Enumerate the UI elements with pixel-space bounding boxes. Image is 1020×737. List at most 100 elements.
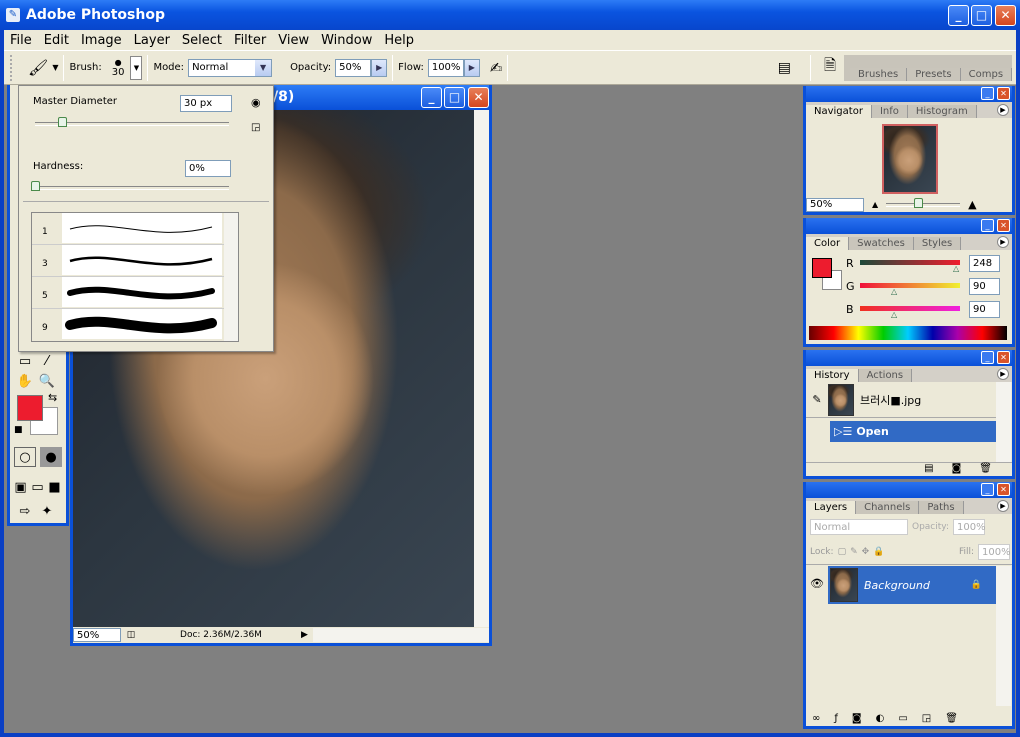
hardness-slider[interactable] <box>31 181 229 191</box>
tab-actions[interactable]: Actions <box>858 369 913 382</box>
layers-scrollbar[interactable] <box>996 566 1011 706</box>
flow-slider-button[interactable]: ▶ <box>463 58 480 77</box>
menu-edit[interactable]: Edit <box>38 33 75 48</box>
menu-window[interactable]: Window <box>315 33 378 48</box>
master-diameter-input[interactable]: 30 px <box>180 95 232 112</box>
screen-mode-full-menu-icon[interactable]: ▭ <box>29 477 46 497</box>
zoom-in-icon[interactable]: ▲ <box>968 198 976 211</box>
doc-close-button[interactable]: ✕ <box>468 87 489 108</box>
new-group-icon[interactable]: ▭ <box>898 713 907 724</box>
hand-tool-icon[interactable]: ✋ <box>14 371 36 391</box>
standard-mode-icon[interactable]: ○ <box>14 447 36 467</box>
navigator-zoom-field[interactable]: 50% <box>806 197 864 212</box>
r-slider-thumb[interactable]: △ <box>953 264 959 273</box>
horizontal-scrollbar[interactable] <box>313 628 489 642</box>
opacity-slider-button[interactable]: ▶ <box>371 58 388 77</box>
tab-paths[interactable]: Paths <box>919 501 964 514</box>
g-input[interactable]: 90 <box>969 278 1000 295</box>
panel-minimize[interactable]: _ <box>981 219 994 232</box>
layer-row-background[interactable]: Background 🔒 <box>828 566 996 604</box>
b-slider-thumb[interactable]: △ <box>891 310 897 319</box>
vertical-scrollbar[interactable] <box>474 110 489 627</box>
blend-mode-select[interactable]: Normal <box>810 519 908 535</box>
delete-layer-icon[interactable]: 🗑 <box>945 713 958 724</box>
eraser-tool-icon[interactable]: ▭ <box>14 351 36 371</box>
menu-image[interactable]: Image <box>75 33 128 48</box>
color-ramp[interactable] <box>809 326 1007 340</box>
menu-view[interactable]: View <box>272 33 315 48</box>
brush-preset-item[interactable]: 3 <box>32 245 238 277</box>
b-input[interactable]: 90 <box>969 301 1000 318</box>
mode-select[interactable]: Normal ▼ <box>188 58 273 77</box>
tab-color[interactable]: Color <box>806 237 850 250</box>
navigator-thumbnail[interactable] <box>882 124 938 194</box>
lock-position-icon[interactable]: ✥ <box>862 547 870 557</box>
brush-preview[interactable]: ● 30 <box>112 58 125 78</box>
opacity-input[interactable]: 50% <box>335 58 372 77</box>
status-icon[interactable]: ◫ <box>121 630 141 640</box>
panel-menu-icon[interactable]: ▶ <box>997 236 1009 248</box>
tab-info[interactable]: Info <box>871 105 908 118</box>
layer-opacity-input[interactable]: 100% <box>953 519 986 535</box>
r-slider[interactable] <box>860 260 960 265</box>
new-document-from-state-icon[interactable]: ▤ <box>924 463 933 476</box>
layer-style-icon[interactable]: ƒ <box>834 713 838 724</box>
file-browser-icon[interactable]: 🗎 <box>824 55 836 80</box>
panel-minimize[interactable]: _ <box>981 483 994 496</box>
master-diameter-slider[interactable] <box>35 117 229 127</box>
well-tab-presets[interactable]: Presets <box>907 67 961 81</box>
link-layers-icon[interactable]: ∞ <box>812 713 820 724</box>
foreground-color-swatch[interactable] <box>17 395 43 421</box>
lock-all-icon[interactable]: 🔒 <box>873 547 884 557</box>
zoom-field[interactable]: 50% <box>73 628 121 642</box>
panel-menu-icon[interactable]: ▶ <box>997 368 1009 380</box>
layer-visibility-eye-icon[interactable]: 👁 <box>810 577 824 590</box>
trash-icon[interactable]: 🗑 <box>979 463 992 476</box>
palette-options-icon[interactable]: ▤ <box>778 60 791 76</box>
airbrush-icon[interactable]: ✍ <box>490 59 503 77</box>
presets-scrollbar[interactable] <box>224 213 238 341</box>
history-snapshot[interactable]: ✎ 브러시■.jpg <box>806 382 996 418</box>
screen-mode-standard-icon[interactable]: ▣ <box>12 477 29 497</box>
swap-colors-icon[interactable]: ⇆ <box>48 391 57 404</box>
lock-transparency-icon[interactable]: ▢ <box>838 547 847 557</box>
history-scrollbar[interactable] <box>996 382 1011 462</box>
brush-preset-item[interactable]: 1 <box>32 213 238 245</box>
status-menu-arrow[interactable]: ▶ <box>301 630 313 640</box>
navigator-zoom-slider[interactable] <box>886 197 961 208</box>
new-snapshot-icon[interactable]: ◙ <box>952 463 962 476</box>
tab-layers[interactable]: Layers <box>806 501 857 514</box>
history-brush-source-icon[interactable]: ✎ <box>806 393 828 406</box>
menu-file[interactable]: File <box>4 33 38 48</box>
imageready-icon[interactable]: ✦ <box>36 501 58 521</box>
layer-mask-icon[interactable]: ◙ <box>852 713 862 724</box>
panel-menu-icon[interactable]: ▶ <box>997 500 1009 512</box>
tab-history[interactable]: History <box>806 369 859 382</box>
close-button[interactable]: ✕ <box>995 5 1016 26</box>
pen-tool-icon[interactable]: ⁄ <box>36 351 58 371</box>
slider-knob[interactable] <box>58 117 67 127</box>
hardness-input[interactable]: 0% <box>185 160 231 177</box>
well-tab-brushes[interactable]: Brushes <box>850 67 908 81</box>
brush-picker-dropdown[interactable]: ▼ <box>130 55 143 80</box>
g-slider-thumb[interactable]: △ <box>891 287 897 296</box>
doc-maximize-button[interactable]: □ <box>444 87 465 108</box>
panel-menu-icon[interactable]: ▶ <box>997 104 1009 116</box>
brush-tool-icon[interactable]: 🖌 <box>28 58 48 77</box>
tool-preset-dropdown[interactable]: ▼ <box>52 63 58 72</box>
new-layer-icon[interactable]: ◲ <box>922 713 931 724</box>
fill-input[interactable]: 100% <box>978 544 1011 560</box>
brush-menu-icon[interactable]: ◉ <box>251 96 261 109</box>
zoom-out-icon[interactable]: ▲ <box>872 200 878 209</box>
tab-styles[interactable]: Styles <box>913 237 962 250</box>
tab-channels[interactable]: Channels <box>856 501 920 514</box>
tab-histogram[interactable]: Histogram <box>907 105 977 118</box>
b-slider[interactable] <box>860 306 960 311</box>
quickmask-mode-icon[interactable]: ● <box>40 447 62 467</box>
history-state-open[interactable]: ▷☰ Open <box>830 421 996 442</box>
panel-close[interactable]: ✕ <box>997 87 1010 100</box>
adjustment-layer-icon[interactable]: ◐ <box>876 713 885 724</box>
well-tab-comps[interactable]: Comps <box>960 67 1013 81</box>
minimize-button[interactable]: _ <box>948 5 969 26</box>
zoom-tool-icon[interactable]: 🔍 <box>36 371 58 391</box>
